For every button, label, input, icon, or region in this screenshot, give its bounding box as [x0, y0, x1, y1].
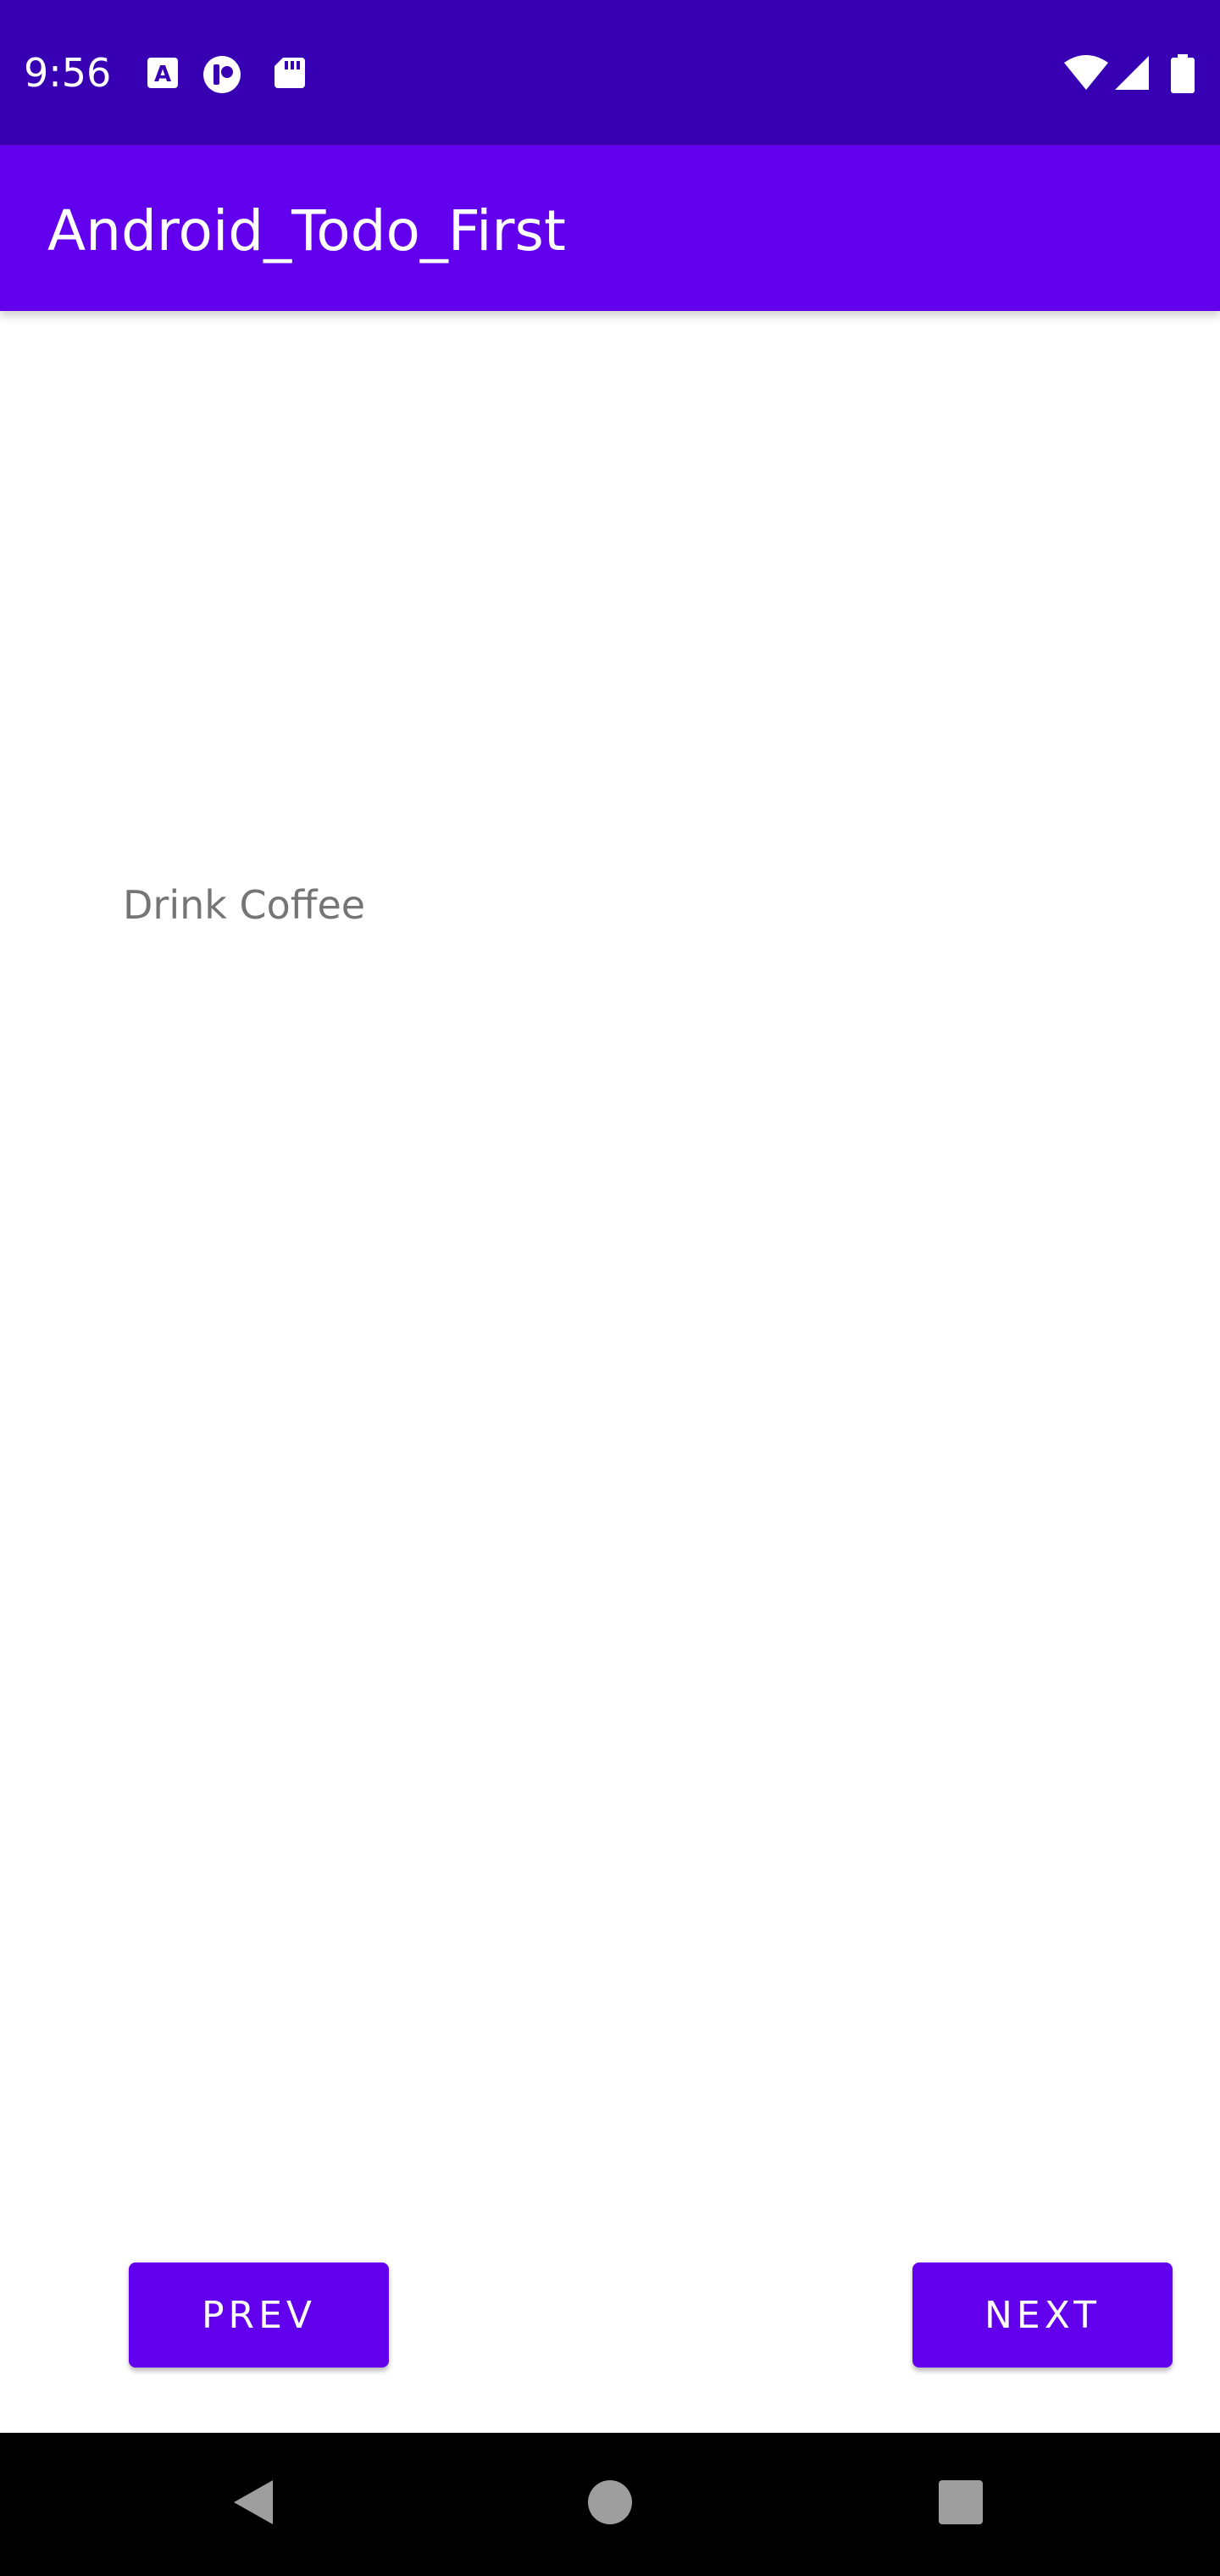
app-bar: Android_Todo_First	[0, 145, 1220, 311]
screen: 9:56 A Android_Todo_First Drink Coffee P…	[0, 0, 1220, 2576]
app-title: Android_Todo_First	[47, 198, 566, 264]
back-icon[interactable]	[220, 2468, 288, 2536]
pause-circle-icon	[202, 54, 241, 93]
status-bar: 9:56 A	[0, 0, 1220, 145]
status-time: 9:56	[24, 50, 112, 96]
home-icon[interactable]	[576, 2468, 644, 2536]
svg-text:A: A	[154, 62, 171, 87]
a-notification-icon: A	[144, 54, 181, 92]
battery-icon	[1169, 54, 1196, 93]
recents-icon[interactable]	[927, 2468, 995, 2536]
prev-button[interactable]: PREV	[129, 2262, 389, 2368]
todo-text: Drink Coffee	[123, 882, 366, 928]
sd-card-icon	[271, 54, 308, 92]
wifi-icon	[1062, 54, 1110, 92]
signal-icon	[1113, 54, 1151, 92]
next-button[interactable]: NEXT	[912, 2262, 1173, 2368]
